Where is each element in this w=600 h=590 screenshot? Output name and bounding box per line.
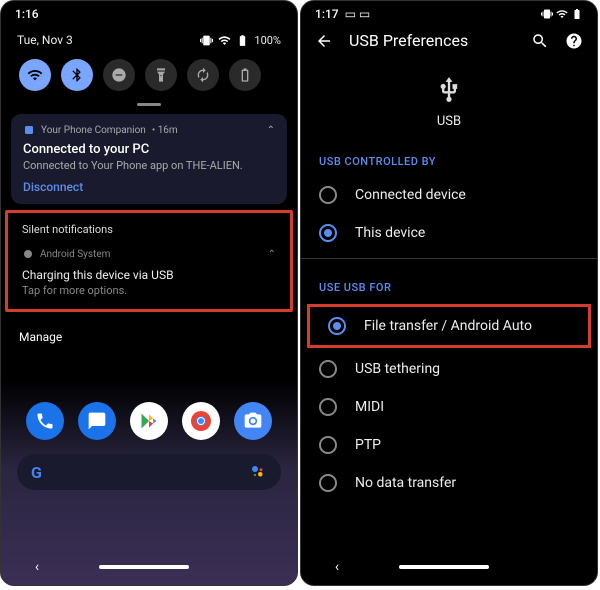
qs-date: Tue, Nov 3 [17, 33, 73, 47]
phone-app-icon[interactable] [26, 402, 64, 440]
radio-no-data-transfer[interactable]: No data transfer [301, 464, 597, 502]
radio-icon [319, 224, 337, 242]
highlight-box-silent: Silent notifications Android System ⌃ Ch… [5, 210, 293, 312]
radio-icon [319, 398, 337, 416]
vibrate-icon [200, 34, 213, 47]
radio-midi[interactable]: MIDI [301, 388, 597, 426]
app-name: Your Phone Companion [41, 125, 146, 136]
search-bar[interactable]: G [17, 454, 281, 490]
usb-preferences-screen: 1:17 ▭ ▭ USB Preferences USB USB CONTROL… [300, 0, 598, 586]
radio-label: USB tethering [355, 361, 440, 377]
quick-settings-toggles [1, 55, 297, 99]
notification-your-phone[interactable]: Your Phone Companion • 16m ⌃ Connected t… [11, 114, 287, 204]
status-bar: 1:17 ▭ ▭ [301, 1, 597, 23]
section-use-usb-for: USE USB FOR [301, 265, 597, 302]
collapse-icon[interactable]: ⌃ [268, 249, 276, 260]
camera-app-icon[interactable] [234, 402, 272, 440]
highlight-box-file-transfer: File transfer / Android Auto [307, 304, 591, 348]
assistant-icon[interactable] [249, 463, 267, 481]
battery-saver-icon [237, 67, 253, 83]
usb-header: USB [301, 58, 597, 139]
vibrate-icon [541, 8, 553, 20]
app-name: Android System [40, 249, 110, 260]
toggle-flashlight[interactable] [145, 59, 177, 91]
wifi-icon [218, 34, 231, 47]
nav-bar: ‹ [1, 553, 297, 581]
status-time: 1:17 ▭ ▭ [315, 7, 370, 21]
notification-title: Charging this device via USB [22, 268, 276, 282]
app-bar: USB Preferences [301, 23, 597, 58]
radio-label: MIDI [355, 399, 384, 415]
flashlight-icon [153, 67, 169, 83]
notification-header: Android System ⌃ [22, 248, 276, 260]
section-controlled-by: USB CONTROLLED BY [301, 139, 597, 176]
status-time: 1:16 [15, 7, 39, 21]
app-icon [23, 124, 35, 136]
notification-body: Connected to Your Phone app on THE-ALIEN… [23, 159, 275, 172]
radio-ptp[interactable]: PTP [301, 426, 597, 464]
notification-android-system[interactable]: Android System ⌃ Charging this device vi… [8, 242, 290, 309]
usb-icon [435, 76, 463, 104]
dock [1, 402, 297, 440]
notification-age: • 16m [152, 125, 178, 136]
chrome-app-icon[interactable] [182, 402, 220, 440]
toggle-battery-saver[interactable] [229, 59, 261, 91]
status-bar: 1:16 [1, 1, 297, 23]
radio-this-device[interactable]: This device [301, 214, 597, 252]
android-icon [22, 248, 34, 260]
back-button[interactable]: ‹ [335, 559, 339, 575]
battery-icon [236, 34, 249, 47]
divider [301, 258, 597, 259]
radio-label: This device [355, 225, 425, 241]
manage-button[interactable]: Manage [1, 316, 297, 358]
toggle-dnd[interactable] [103, 59, 135, 91]
dnd-icon [111, 67, 127, 83]
messages-app-icon[interactable] [78, 402, 116, 440]
radio-label: PTP [355, 437, 381, 453]
qs-date-row: Tue, Nov 3 100% [1, 23, 297, 55]
search-icon[interactable] [531, 32, 549, 50]
status-right [541, 8, 583, 20]
disconnect-action[interactable]: Disconnect [23, 180, 275, 194]
page-title: USB Preferences [349, 31, 515, 50]
help-icon[interactable] [565, 32, 583, 50]
home-gesture-bar[interactable] [99, 565, 189, 569]
notification-shade-screen: 1:16 Tue, Nov 3 100% Your Phone Companio… [0, 0, 298, 586]
qs-handle[interactable] [137, 103, 161, 106]
radio-connected-device[interactable]: Connected device [301, 176, 597, 214]
usb-label: USB [301, 114, 597, 129]
toggle-bluetooth[interactable] [61, 59, 93, 91]
rotate-icon [195, 67, 211, 83]
battery-percent: 100% [254, 34, 281, 47]
radio-usb-tethering[interactable]: USB tethering [301, 350, 597, 388]
back-button[interactable]: ‹ [35, 559, 39, 575]
radio-label: File transfer / Android Auto [364, 318, 532, 334]
home-gesture-bar[interactable] [399, 565, 489, 569]
google-logo: G [31, 463, 42, 482]
wifi-icon [556, 8, 568, 20]
toggle-wifi[interactable] [19, 59, 51, 91]
notification-header: Your Phone Companion • 16m ⌃ [23, 124, 275, 136]
radio-icon [319, 436, 337, 454]
collapse-icon[interactable]: ⌃ [267, 125, 275, 136]
radio-label: No data transfer [355, 475, 456, 491]
radio-icon [319, 186, 337, 204]
silent-notifications-header: Silent notifications [8, 213, 290, 242]
radio-icon [328, 317, 346, 335]
back-icon[interactable] [315, 32, 333, 50]
bluetooth-icon [69, 67, 85, 83]
notification-title: Connected to your PC [23, 142, 275, 157]
play-store-app-icon[interactable] [130, 402, 168, 440]
wifi-icon [27, 67, 43, 83]
qs-status-icons: 100% [200, 34, 281, 47]
radio-icon [319, 474, 337, 492]
battery-icon [571, 8, 583, 20]
nav-bar: ‹ [301, 553, 597, 581]
radio-label: Connected device [355, 187, 466, 203]
notification-body: Tap for more options. [22, 284, 276, 297]
toggle-autorotate[interactable] [187, 59, 219, 91]
radio-file-transfer[interactable]: File transfer / Android Auto [310, 307, 588, 345]
radio-icon [319, 360, 337, 378]
